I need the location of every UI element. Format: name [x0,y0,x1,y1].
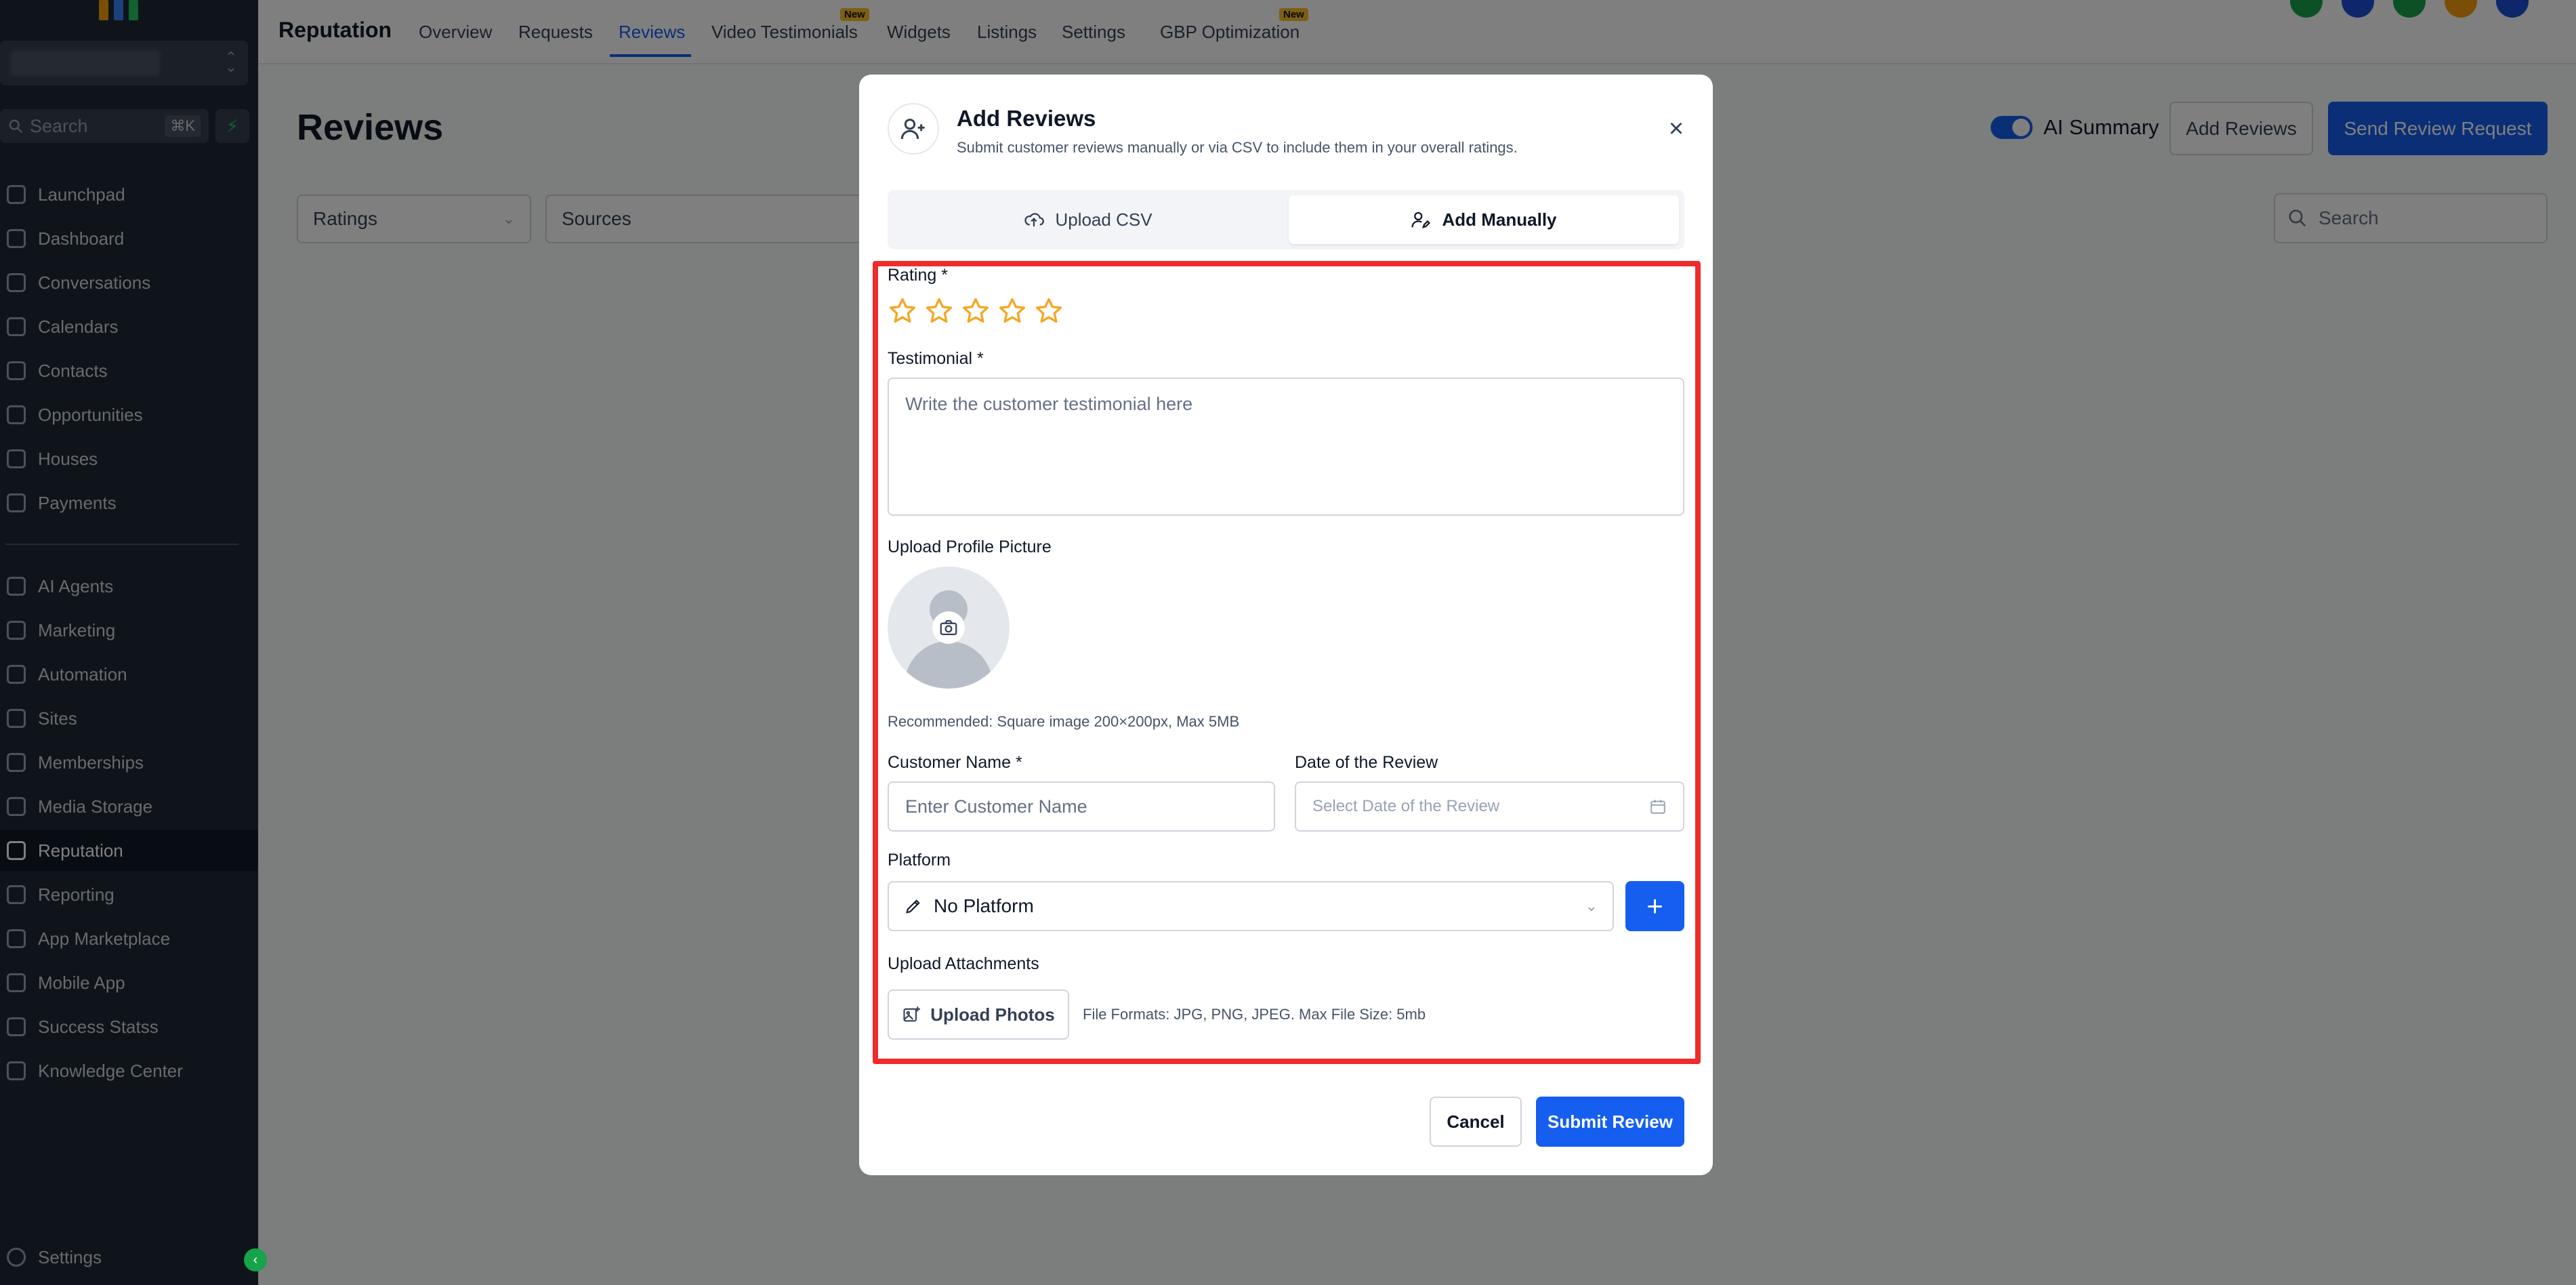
tab-add-manually-label: Add Manually [1442,209,1557,230]
chevron-left-icon: ‹ [253,1252,258,1267]
file-formats-hint: File Formats: JPG, PNG, JPEG. Max File S… [1083,1006,1426,1023]
platform-label: Platform [888,851,951,870]
user-edit-icon [1411,211,1431,229]
cancel-button[interactable]: Cancel [1430,1097,1522,1147]
upload-photos-label: Upload Photos [930,1004,1055,1025]
upload-photos-button[interactable]: Upload Photos [888,990,1069,1040]
platform-select[interactable]: No Platform ⌄ [888,881,1614,931]
cancel-label: Cancel [1447,1111,1505,1132]
tab-upload-csv[interactable]: Upload CSV [893,195,1283,244]
add-reviews-modal: Add Reviews Submit customer reviews manu… [859,75,1713,1175]
modal-title: Add Reviews [957,106,1096,131]
star-icon[interactable] [997,296,1027,326]
rating-label: Rating * [888,266,948,285]
customer-name-placeholder: Enter Customer Name [905,796,1087,817]
add-user-icon [888,103,939,155]
review-date-placeholder: Select Date of the Review [1312,797,1500,815]
star-icon[interactable] [961,296,991,326]
platform-value: No Platform [934,895,1034,916]
modal-subtitle: Submit customer reviews manually or via … [957,139,1518,156]
close-icon[interactable]: × [1663,115,1690,142]
review-date-label: Date of the Review [1295,753,1438,772]
collapse-sidebar-button[interactable]: ‹ [244,1248,267,1271]
plus-icon: + [1646,890,1663,922]
camera-icon[interactable] [932,611,965,644]
star-icon[interactable] [1034,296,1064,326]
calendar-icon [1650,800,1665,814]
cloud-upload-icon [1024,213,1045,226]
testimonial-placeholder: Write the customer testimonial here [905,394,1193,414]
pencil-icon [906,899,920,914]
tab-add-manually[interactable]: Add Manually [1289,195,1679,244]
submit-review-label: Submit Review [1547,1111,1673,1132]
tab-upload-csv-label: Upload CSV [1055,209,1152,230]
upload-profile-picture-label: Upload Profile Picture [888,537,1052,556]
input-method-tabs: Upload CSV Add Manually [888,190,1684,249]
avatar-placeholder-body [905,641,993,689]
add-platform-button[interactable]: + [1625,881,1684,931]
profile-picture-hint: Recommended: Square image 200×200px, Max… [888,713,1240,730]
testimonial-label: Testimonial * [888,349,984,368]
upload-attachments-label: Upload Attachments [888,954,1039,973]
review-date-picker[interactable]: Select Date of the Review [1295,781,1684,832]
star-icon[interactable] [888,296,917,326]
star-icon[interactable] [924,296,954,326]
customer-name-label: Customer Name * [888,753,1022,772]
chevron-down-icon: ⌄ [1585,897,1598,914]
image-plus-icon [903,1006,921,1022]
star-rating-input[interactable] [888,296,1064,326]
profile-picture-uploader[interactable] [888,567,1010,689]
testimonial-textarea[interactable]: Write the customer testimonial here [888,378,1684,516]
submit-review-button[interactable]: Submit Review [1536,1097,1684,1147]
customer-name-input[interactable]: Enter Customer Name [888,781,1275,832]
